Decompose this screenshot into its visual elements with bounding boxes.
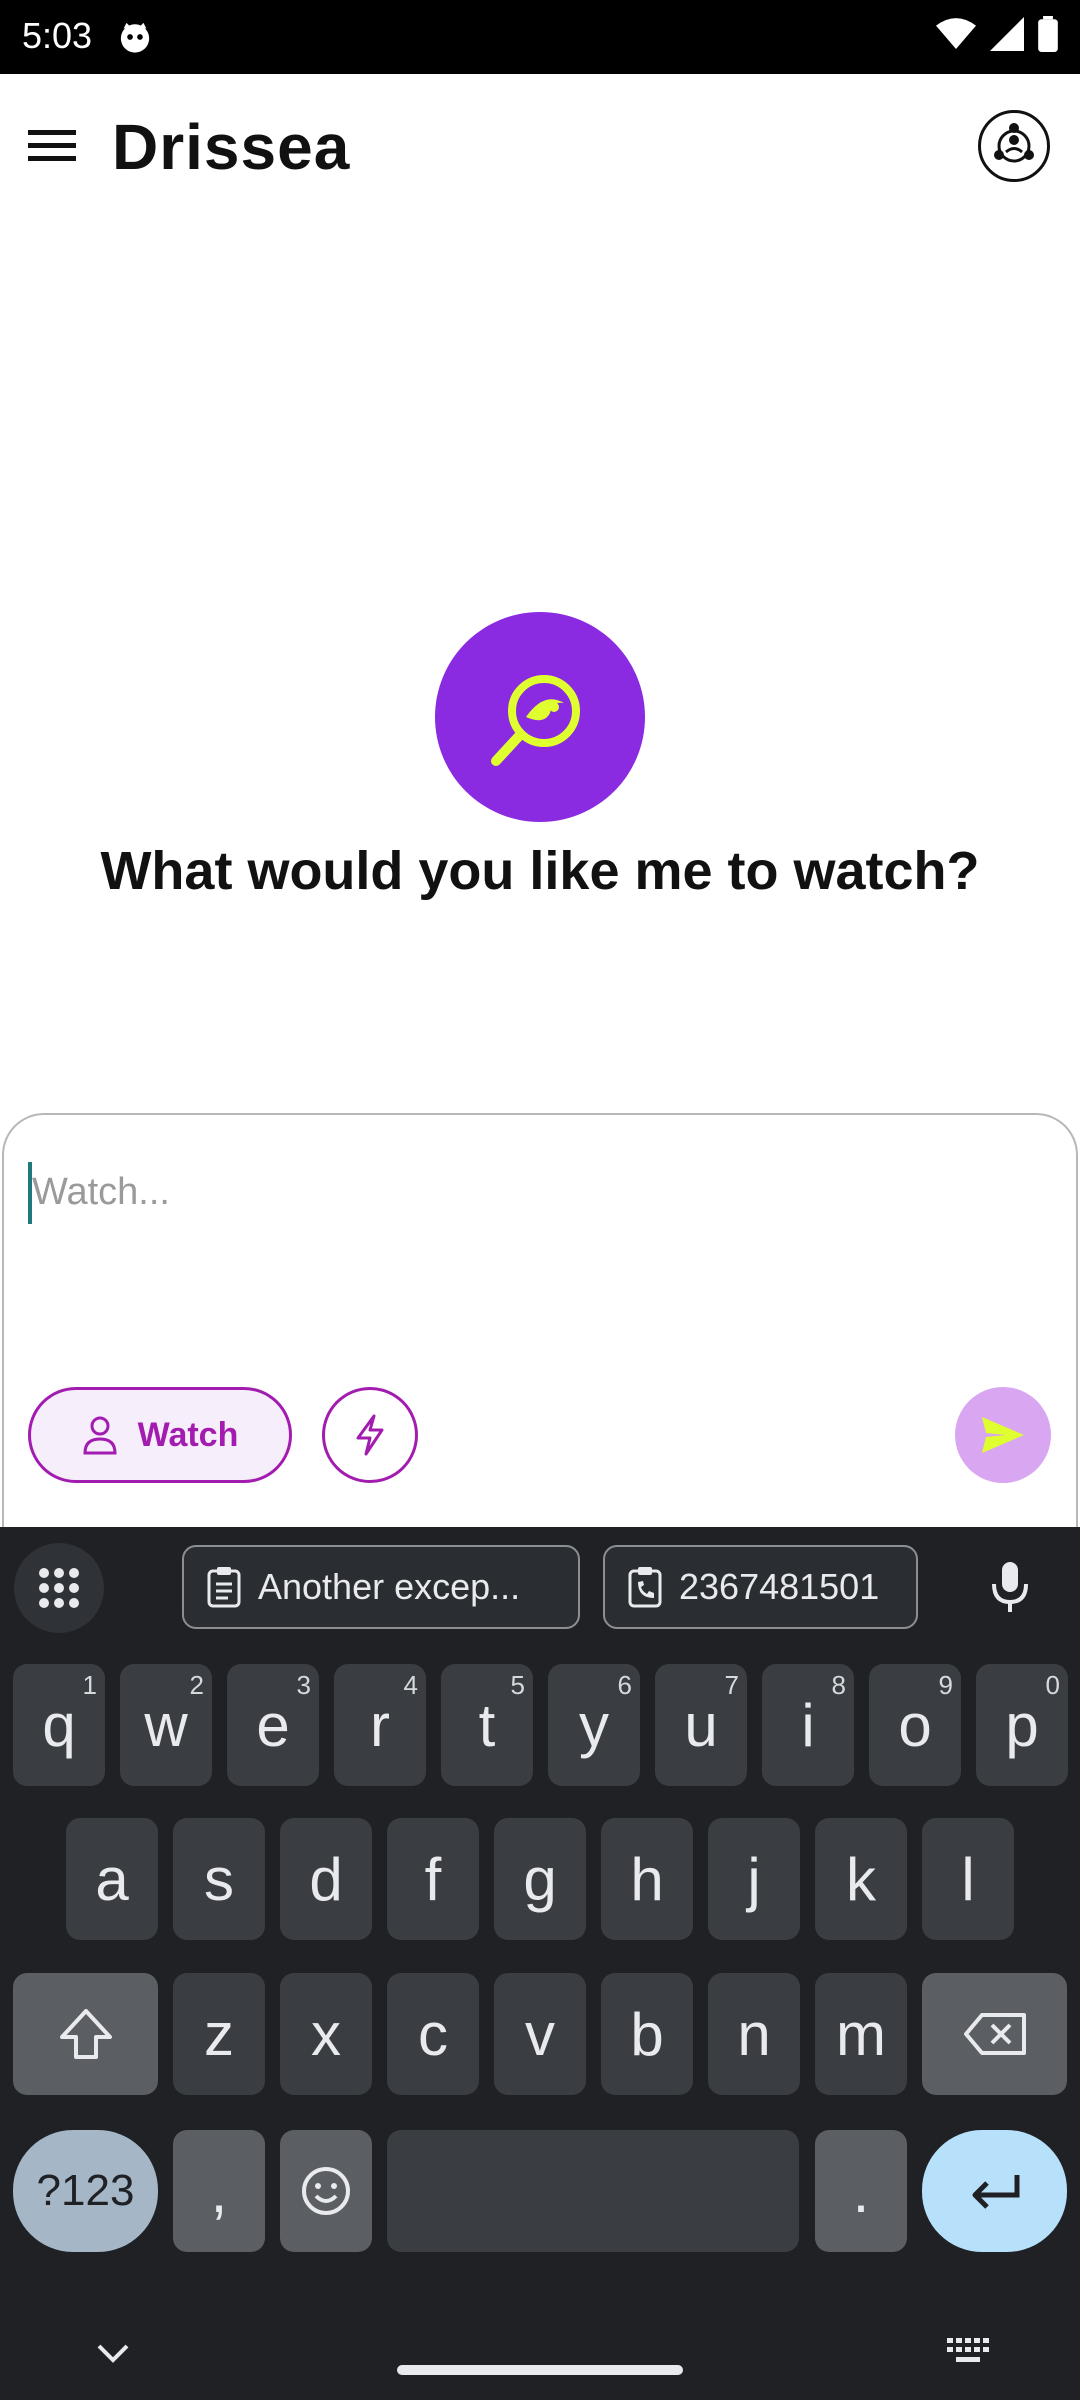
key-l[interactable]: l [922, 1818, 1014, 1940]
menu-button[interactable] [24, 118, 80, 174]
hamburger-menu-icon [28, 130, 76, 161]
key-q[interactable]: q1 [13, 1664, 105, 1786]
key-label: e [256, 1691, 290, 1759]
cell-signal-icon [990, 17, 1024, 51]
key-w[interactable]: w2 [120, 1664, 212, 1786]
watch-mode-chip[interactable]: Watch [28, 1387, 292, 1483]
key-v[interactable]: v [494, 1973, 586, 2095]
key-label: o [898, 1691, 932, 1759]
key-a[interactable]: a [66, 1818, 158, 1940]
screen: 5:03 Drissea What would you like me to w… [0, 0, 1080, 2400]
key-h[interactable]: h [601, 1818, 693, 1940]
key-c[interactable]: c [387, 1973, 479, 2095]
key-hint: 7 [724, 1670, 739, 1700]
key-hint: 8 [831, 1670, 846, 1700]
key-t[interactable]: t5 [441, 1664, 533, 1786]
key-label: t [478, 1691, 496, 1759]
send-icon [982, 1417, 1024, 1453]
key-hint: 2 [189, 1670, 204, 1700]
key-m[interactable]: m [815, 1973, 907, 2095]
key-n[interactable]: n [708, 1973, 800, 2095]
watch-chip-label: Watch [137, 1415, 239, 1454]
key-label: y [579, 1691, 609, 1759]
key-e[interactable]: e3 [227, 1664, 319, 1786]
key-u[interactable]: u7 [655, 1664, 747, 1786]
symbols-key[interactable]: ?123 [13, 2130, 158, 2252]
key-s[interactable]: s [173, 1818, 265, 1940]
key-i[interactable]: i8 [762, 1664, 854, 1786]
voice-input-button[interactable] [968, 1545, 1052, 1629]
key-hint: 4 [403, 1670, 418, 1700]
period-key[interactable]: . [815, 2130, 907, 2252]
wifi-icon [936, 18, 976, 49]
key-z[interactable]: z [173, 1973, 265, 2095]
battery-icon [1038, 16, 1058, 52]
keyboard-apps-button[interactable] [14, 1543, 104, 1633]
app-bar: Drissea [0, 74, 1080, 220]
app-title: Drissea [112, 111, 351, 183]
send-button[interactable] [955, 1387, 1051, 1483]
enter-arrow-icon [972, 2175, 1019, 2209]
space-key[interactable] [387, 2130, 799, 2252]
watch-input[interactable]: Watch... [32, 1160, 170, 1224]
lightning-bolt-icon [356, 1414, 384, 1456]
key-x[interactable]: x [280, 1973, 372, 2095]
backspace-icon [963, 2013, 1026, 2055]
keyboard-suggestion-bar: Another excep... 2367481501 [0, 1527, 1080, 1647]
keyboard-switch-icon[interactable] [946, 2337, 990, 2367]
account-network-icon [994, 123, 1034, 163]
magnifier-eye-icon [491, 675, 580, 766]
emoji-key[interactable] [280, 2130, 372, 2252]
key-hint: 1 [82, 1670, 97, 1700]
clipboard-suggestion[interactable]: Another excep... [182, 1545, 580, 1629]
clipboard-suggestion[interactable]: 2367481501 [603, 1545, 918, 1629]
key-y[interactable]: y6 [548, 1664, 640, 1786]
clipboard-suggestion-label: 2367481501 [679, 1566, 880, 1607]
key-label: q [42, 1691, 76, 1759]
key-hint: 9 [938, 1670, 953, 1700]
key-r[interactable]: r4 [334, 1664, 426, 1786]
key-label: u [684, 1691, 718, 1759]
key-label: w [144, 1691, 188, 1759]
backspace-key[interactable] [922, 1973, 1067, 2095]
quick-action-button[interactable] [322, 1387, 418, 1483]
keyboard-nav-row [0, 2307, 1080, 2400]
key-hint: 5 [510, 1670, 525, 1700]
key-g[interactable]: g [494, 1818, 586, 1940]
microphone-icon [992, 1562, 1028, 1612]
key-label: i [801, 1691, 815, 1759]
key-p[interactable]: p0 [976, 1664, 1068, 1786]
key-b[interactable]: b [601, 1973, 693, 2095]
key-o[interactable]: o9 [869, 1664, 961, 1786]
shift-arrow-icon [59, 2009, 112, 2059]
person-icon [83, 1416, 117, 1455]
key-hint: 0 [1045, 1670, 1060, 1700]
notification-app-icon [120, 22, 150, 53]
key-d[interactable]: d [280, 1818, 372, 1940]
clipboard-icon [207, 1567, 241, 1608]
app-logo [435, 612, 645, 822]
hero-heading: What would you like me to watch? [100, 841, 980, 901]
soft-keyboard: Another excep... 2367481501 q1 w2 e 3 r … [0, 1527, 1080, 2400]
key-label: p [1005, 1691, 1039, 1759]
key-hint: 3 [296, 1670, 311, 1700]
clipboard-phone-icon [628, 1567, 662, 1608]
status-time: 5:03 [22, 15, 93, 56]
key-j[interactable]: j [708, 1818, 800, 1940]
shift-key[interactable] [13, 1973, 158, 2095]
grid-dots-icon [39, 1568, 79, 1608]
clipboard-suggestion-label: Another excep... [258, 1566, 521, 1607]
key-f[interactable]: f [387, 1818, 479, 1940]
hide-keyboard-chevron-icon[interactable] [96, 2343, 130, 2365]
status-bar: 5:03 [0, 0, 1080, 74]
enter-key[interactable] [922, 2130, 1067, 2252]
gesture-home-bar[interactable] [397, 2365, 683, 2375]
comma-key[interactable]: , [173, 2130, 265, 2252]
key-k[interactable]: k [815, 1818, 907, 1940]
emoji-icon [302, 2167, 350, 2215]
account-button[interactable] [978, 110, 1050, 182]
key-label: r [370, 1691, 390, 1759]
key-hint: 6 [617, 1670, 632, 1700]
